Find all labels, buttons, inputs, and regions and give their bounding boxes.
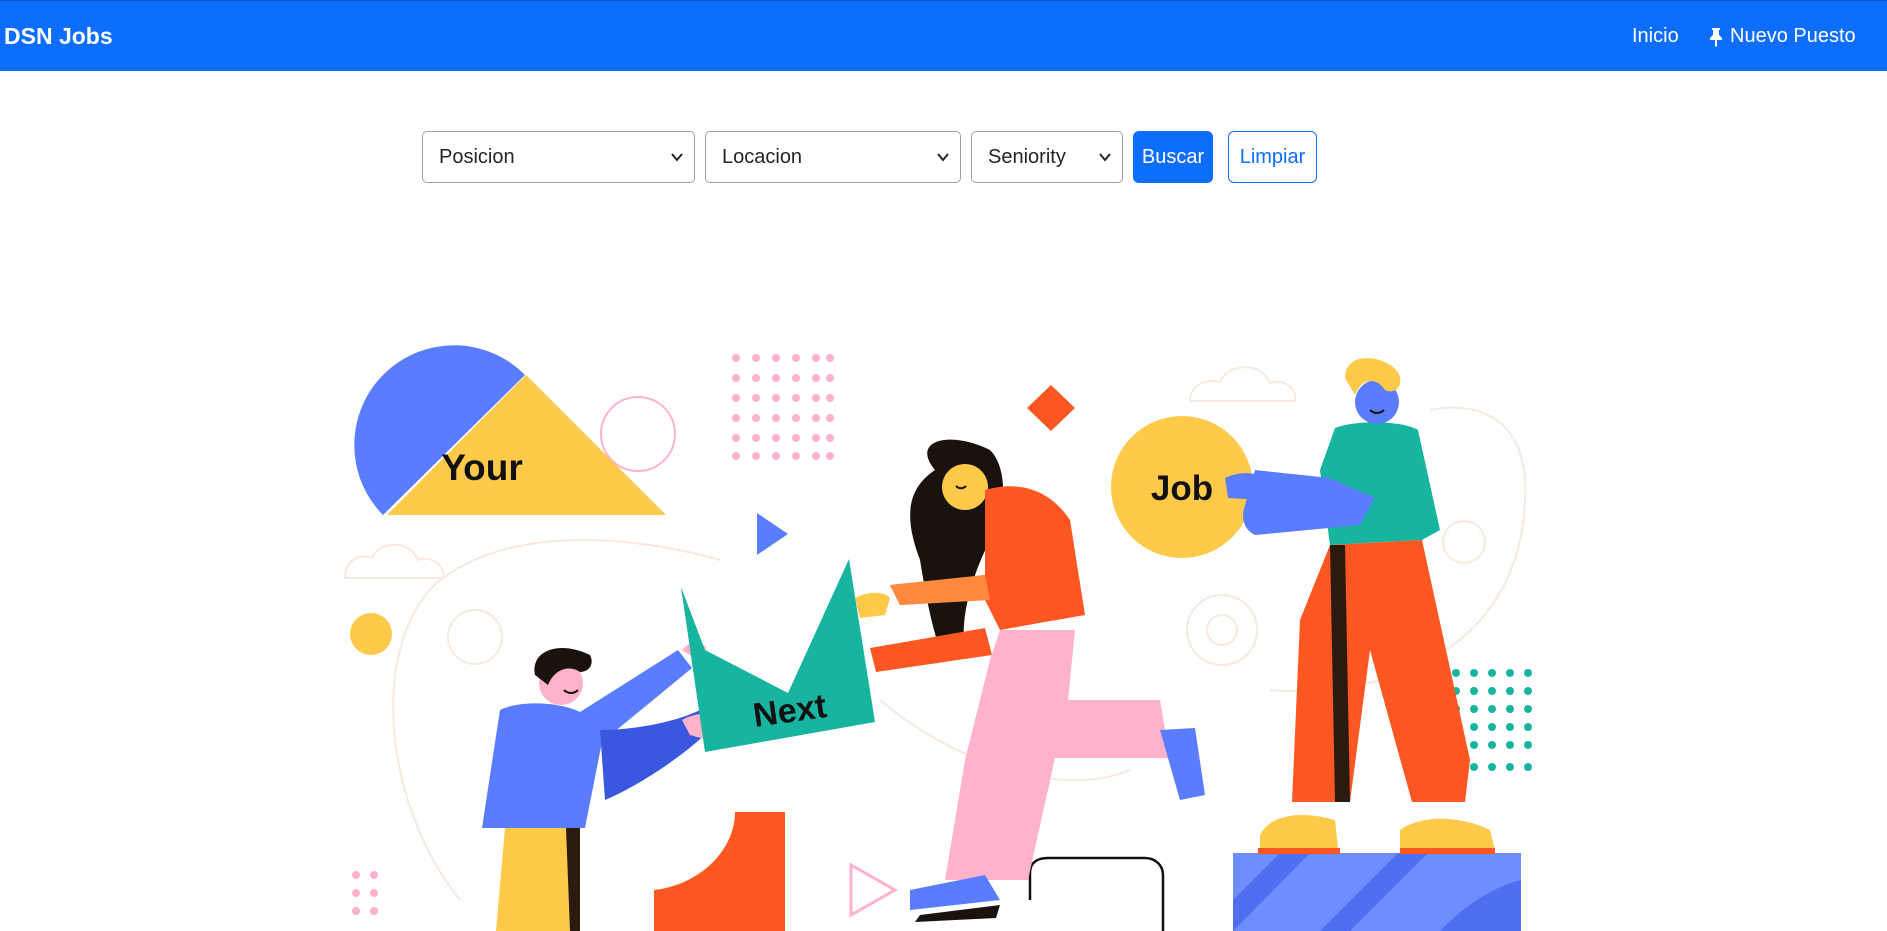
man-right-figure: Job (1111, 358, 1495, 854)
next-shape: Next (681, 559, 875, 752)
yellow-dot (350, 613, 392, 655)
location-select-value: Locacion (722, 145, 803, 168)
orange-block (654, 812, 785, 931)
location-select[interactable]: Locacion (705, 131, 961, 183)
navbar: DSN Jobs Inicio Nuevo Puesto (0, 0, 1887, 71)
your-shape: Your (354, 345, 666, 515)
clear-button[interactable]: Limpiar (1228, 131, 1317, 183)
nav-link-label: Nuevo Puesto (1730, 25, 1856, 47)
search-button[interactable]: Buscar (1133, 131, 1213, 183)
position-select[interactable]: Posicion (422, 131, 695, 183)
chevron-down-icon (1099, 153, 1111, 162)
blue-pedestal (1233, 853, 1521, 931)
hero-illustration: Your Next Job (343, 345, 1532, 931)
nav-link-nuevo-puesto[interactable]: Nuevo Puesto (1708, 25, 1856, 48)
orange-diamond (1027, 385, 1075, 431)
seniority-select[interactable]: Seniority (971, 131, 1123, 183)
hero-word-job: Job (1151, 469, 1213, 508)
blue-triangle (757, 513, 788, 555)
pink-triangle-outline (849, 862, 899, 918)
hero-word-your: Your (441, 447, 523, 488)
pin-icon (1710, 27, 1722, 47)
brand-logo[interactable]: DSN Jobs (4, 23, 113, 50)
chevron-down-icon (671, 153, 683, 162)
position-select-value: Posicion (439, 145, 515, 168)
chevron-down-icon (937, 153, 949, 162)
nav-link-inicio[interactable]: Inicio (1632, 25, 1679, 48)
seniority-select-value: Seniority (988, 145, 1066, 168)
pink-ring (600, 396, 676, 472)
step-outline (1028, 856, 1165, 931)
